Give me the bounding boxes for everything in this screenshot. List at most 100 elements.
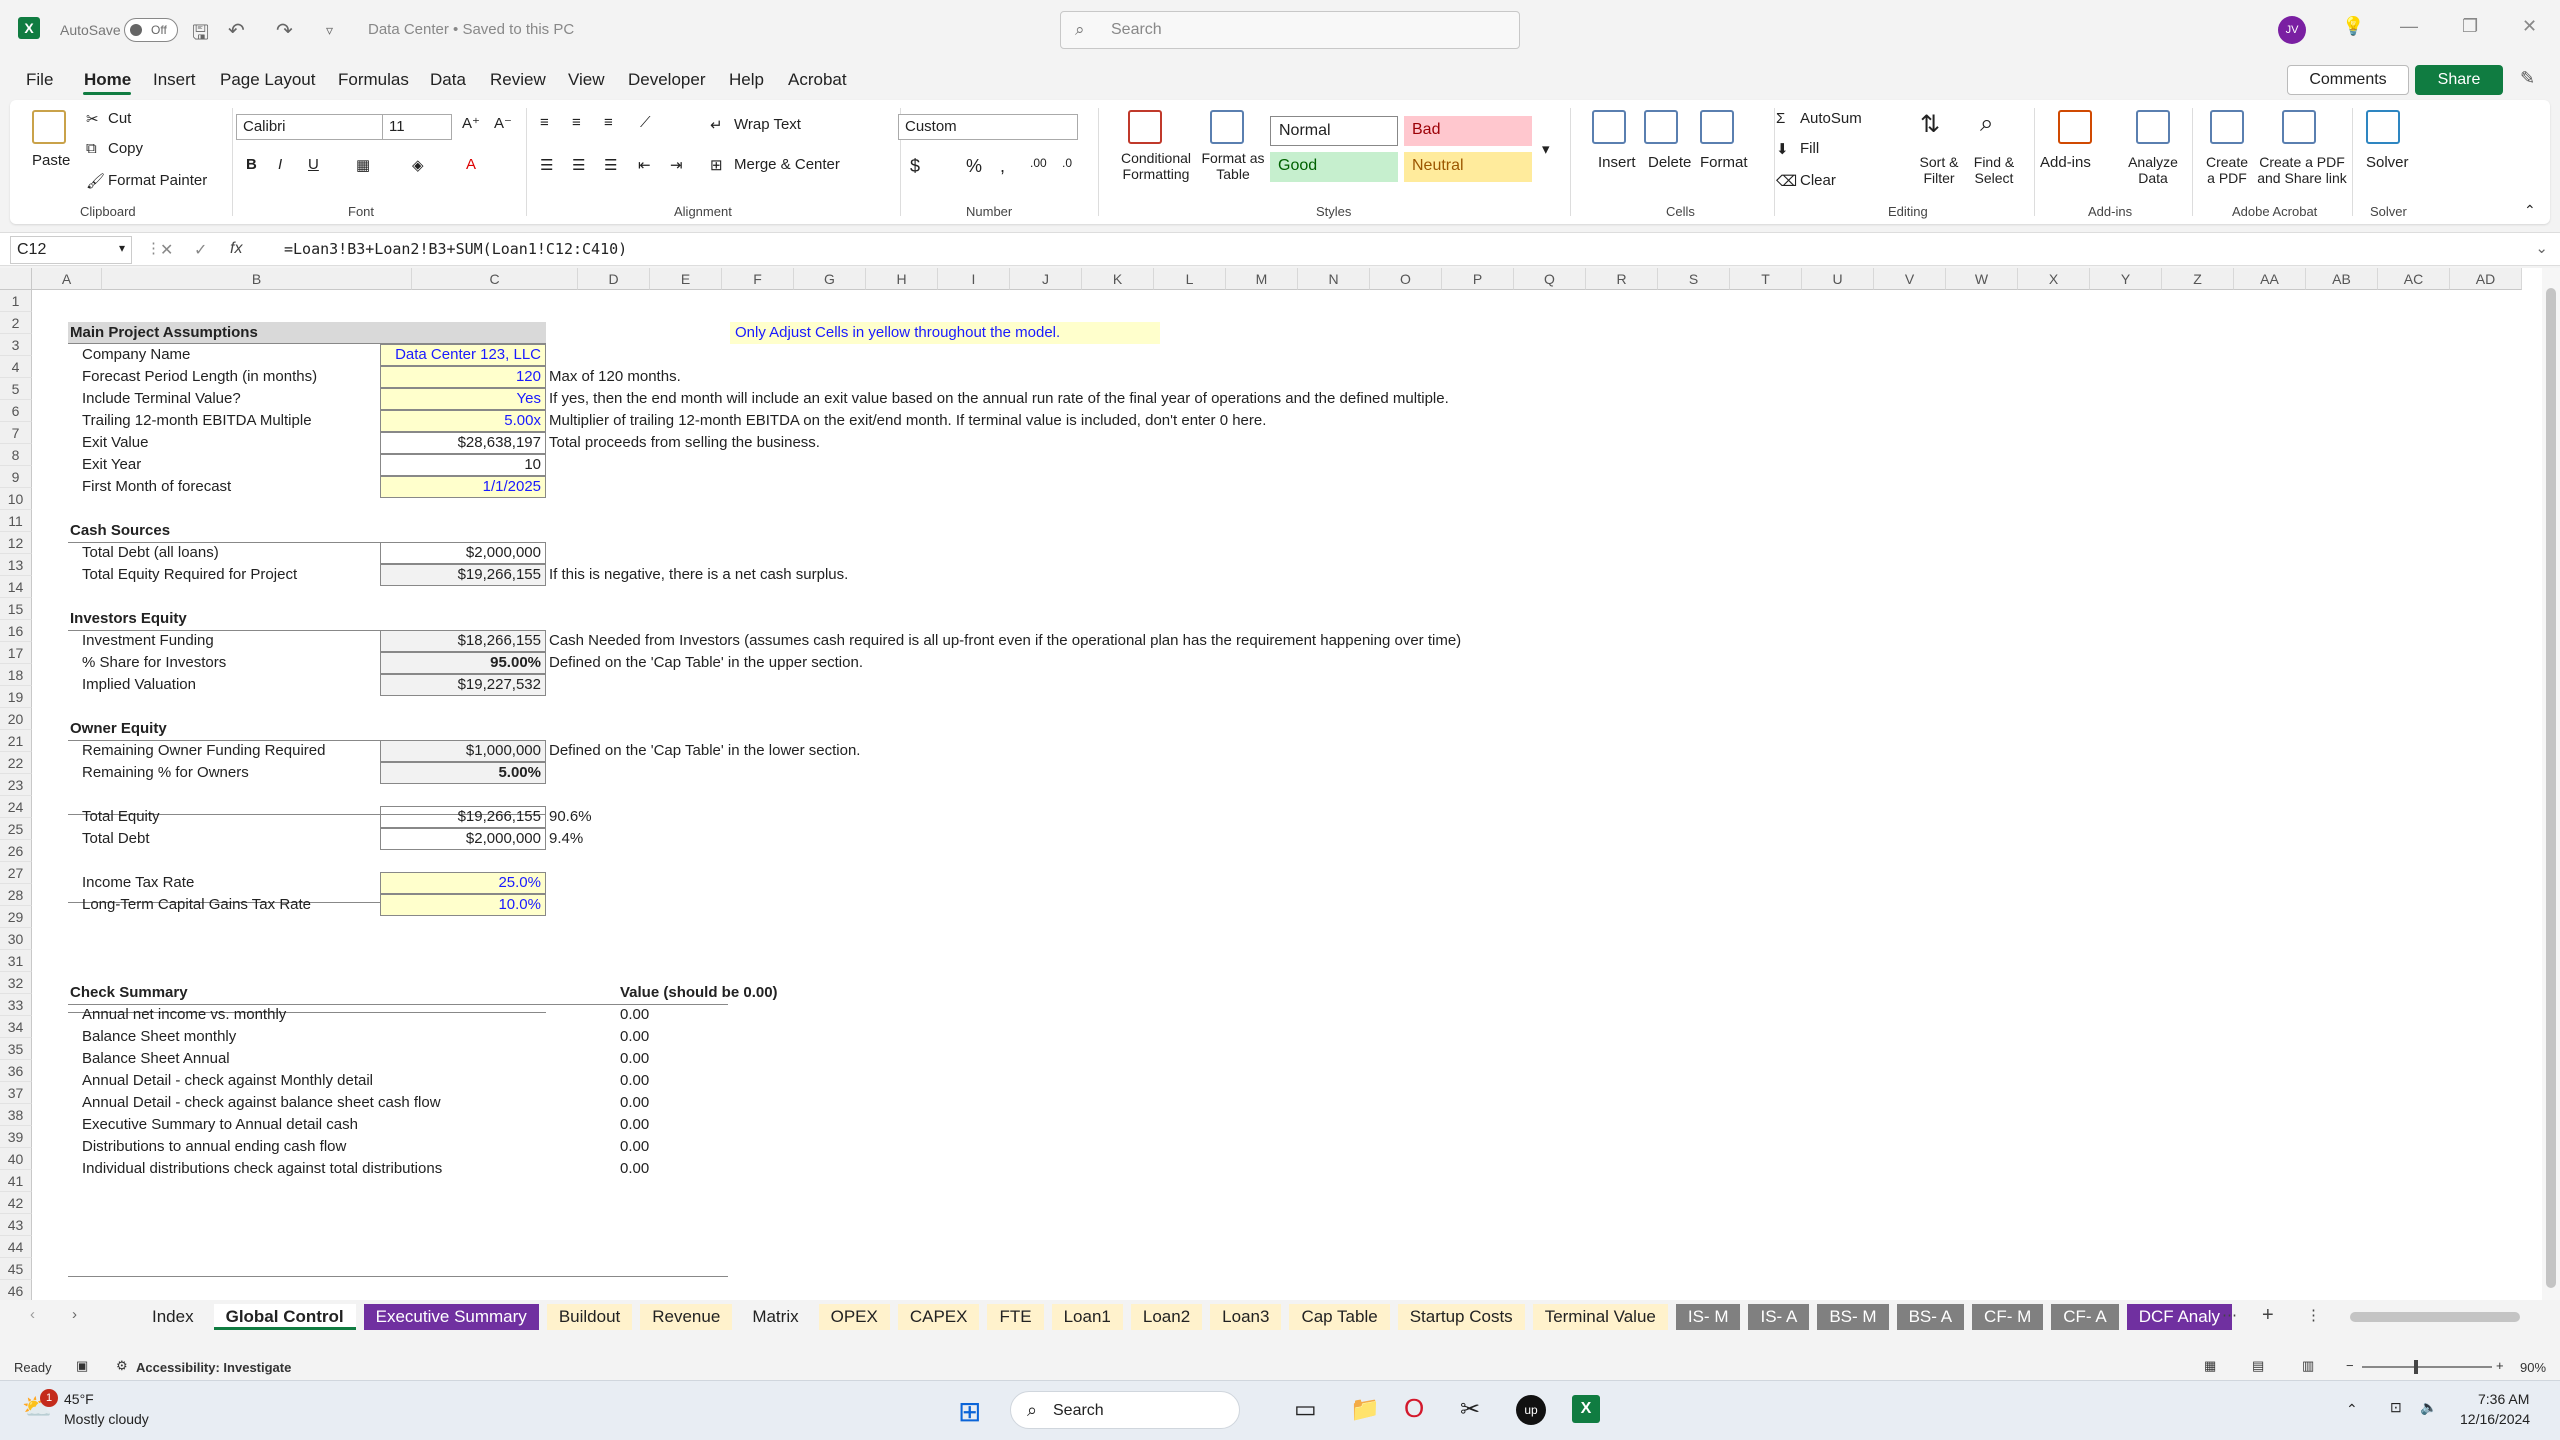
column-header[interactable]: Y (2090, 268, 2162, 290)
analyze-data-icon[interactable] (2136, 110, 2170, 144)
macro-icon[interactable]: ▣ (76, 1358, 88, 1374)
row-header[interactable]: 14 (0, 576, 32, 598)
percent-icon[interactable]: % (966, 156, 982, 177)
row-header[interactable]: 3 (0, 334, 32, 356)
collapse-ribbon-icon[interactable]: ⌃ (2524, 202, 2536, 219)
column-header[interactable]: V (1874, 268, 1946, 290)
align-top-icon[interactable]: ≡ (540, 114, 549, 131)
align-middle-icon[interactable]: ≡ (572, 114, 581, 131)
sheet-tab[interactable]: Loan2 (1130, 1304, 1203, 1330)
remaining-pct-owners-cell[interactable]: 5.00% (380, 762, 546, 784)
remaining-owner-funding-cell[interactable]: $1,000,000 (380, 740, 546, 762)
analyze-data-button[interactable]: Analyze Data (2120, 154, 2186, 186)
insert-cells-button[interactable]: Insert (1598, 154, 1636, 171)
add-sheet-icon[interactable]: + (2262, 1304, 2274, 1327)
column-header[interactable]: P (1442, 268, 1514, 290)
sheet-tab[interactable]: Terminal Value (1532, 1304, 1668, 1330)
redo-icon[interactable]: ↷ (276, 18, 293, 43)
increase-decimal-icon[interactable]: .00 (1030, 156, 1047, 170)
multiple-cell[interactable]: 5.00x (380, 410, 546, 432)
row-header[interactable]: 43 (0, 1214, 32, 1236)
copy-icon[interactable]: ⧉ (86, 140, 97, 157)
row-header[interactable]: 42 (0, 1192, 32, 1214)
menu-tab-help[interactable]: Help (729, 70, 764, 90)
sheet-tab[interactable]: BS- M (1817, 1304, 1889, 1330)
feedback-icon[interactable]: ✎ (2520, 68, 2535, 89)
format-cells-icon[interactable] (1700, 110, 1734, 144)
file-explorer-icon[interactable]: 📁 (1350, 1395, 1380, 1424)
row-header[interactable]: 29 (0, 906, 32, 928)
sheet-tab[interactable]: DCF Analy (2126, 1304, 2232, 1330)
format-as-table-button[interactable]: Format as Table (1198, 150, 1268, 182)
restore-icon[interactable]: ❐ (2462, 16, 2478, 37)
total-equity-cell[interactable]: $19,266,155 (380, 806, 546, 828)
document-title[interactable]: Data Center • Saved to this PC (368, 21, 574, 38)
check-item-value[interactable]: 0.00 (620, 1070, 649, 1092)
windows-start-icon[interactable]: ⊞ (958, 1395, 981, 1428)
name-box[interactable]: C12 ▾ (10, 236, 132, 264)
row-header[interactable]: 9 (0, 466, 32, 488)
sheet-tab[interactable]: Matrix (740, 1304, 810, 1330)
first-month-cell[interactable]: 1/1/2025 (380, 476, 546, 498)
column-header[interactable]: D (578, 268, 650, 290)
row-header[interactable]: 30 (0, 928, 32, 950)
row-header[interactable]: 6 (0, 400, 32, 422)
sheet-tab[interactable]: CF- M (1972, 1304, 2044, 1330)
normal-view-icon[interactable]: ▦ (2204, 1358, 2216, 1374)
create-share-pdf-button[interactable]: Create a PDF and Share link (2254, 154, 2350, 186)
column-header[interactable]: L (1154, 268, 1226, 290)
align-center-icon[interactable]: ☰ (572, 156, 585, 174)
close-icon[interactable]: ✕ (2522, 16, 2537, 37)
autosum-button[interactable]: AutoSum (1800, 110, 1862, 127)
save-icon[interactable]: 🖫 (192, 18, 209, 52)
exit-year-cell[interactable]: 10 (380, 454, 546, 476)
check-item-value[interactable]: 0.00 (620, 1048, 649, 1070)
check-item-value[interactable]: 0.00 (620, 1004, 649, 1026)
sheet-tab[interactable]: FTE (987, 1304, 1044, 1330)
snipping-tool-icon[interactable]: ✂ (1460, 1395, 1480, 1424)
ltcg-tax-cell[interactable]: 10.0% (380, 894, 546, 916)
zoom-out-icon[interactable]: − (2346, 1358, 2354, 1373)
paste-icon[interactable] (32, 110, 66, 144)
increase-font-icon[interactable]: A⁺ (462, 114, 480, 132)
column-header[interactable]: S (1658, 268, 1730, 290)
row-header[interactable]: 15 (0, 598, 32, 620)
decrease-decimal-icon[interactable]: .0 (1062, 156, 1072, 170)
cut-button[interactable]: Cut (108, 110, 131, 127)
sheet-tab[interactable]: Cap Table (1289, 1304, 1390, 1330)
row-header[interactable]: 10 (0, 488, 32, 510)
column-header[interactable]: I (938, 268, 1010, 290)
lightbulb-icon[interactable]: 💡 (2342, 16, 2364, 37)
zoom-slider[interactable] (2362, 1366, 2492, 1368)
menu-tab-view[interactable]: View (568, 70, 605, 90)
row-header[interactable]: 11 (0, 510, 32, 532)
row-header[interactable]: 40 (0, 1148, 32, 1170)
row-header[interactable]: 34 (0, 1016, 32, 1038)
currency-icon[interactable]: $ (910, 156, 920, 177)
row-header[interactable]: 12 (0, 532, 32, 554)
expand-formula-icon[interactable]: ⌄ (2535, 239, 2548, 257)
align-left-icon[interactable]: ☰ (540, 156, 553, 174)
scroll-tabs-left-icon[interactable]: ‹ (30, 1306, 35, 1323)
sort-filter-button[interactable]: Sort & Filter (1914, 154, 1964, 186)
total-equity-required-cell[interactable]: $19,266,155 (380, 564, 546, 586)
check-item-value[interactable]: 0.00 (620, 1136, 649, 1158)
conditional-formatting-icon[interactable] (1128, 110, 1162, 144)
page-layout-icon[interactable]: ▤ (2252, 1358, 2264, 1374)
menu-tab-review[interactable]: Review (490, 70, 546, 90)
style-bad[interactable]: Bad (1404, 116, 1532, 146)
bold-icon[interactable]: B (246, 156, 257, 173)
column-header[interactable]: AD (2450, 268, 2522, 290)
spreadsheet-grid[interactable]: A B C D E F G H I J K L M N O P Q R S T U V W X Y Z AA AB AC AD 12345… (0, 268, 2560, 1300)
fill-button[interactable]: Fill (1800, 140, 1819, 157)
row-header[interactable]: 41 (0, 1170, 32, 1192)
income-tax-cell[interactable]: 25.0% (380, 872, 546, 894)
row-header[interactable]: 20 (0, 708, 32, 730)
orientation-icon[interactable]: ⟋ (640, 114, 651, 131)
share-button[interactable]: Share (2415, 65, 2503, 95)
implied-valuation-cell[interactable]: $19,227,532 (380, 674, 546, 696)
row-header[interactable]: 35 (0, 1038, 32, 1060)
terminal-cell[interactable]: Yes (380, 388, 546, 410)
row-header[interactable]: 4 (0, 356, 32, 378)
row-header[interactable]: 21 (0, 730, 32, 752)
